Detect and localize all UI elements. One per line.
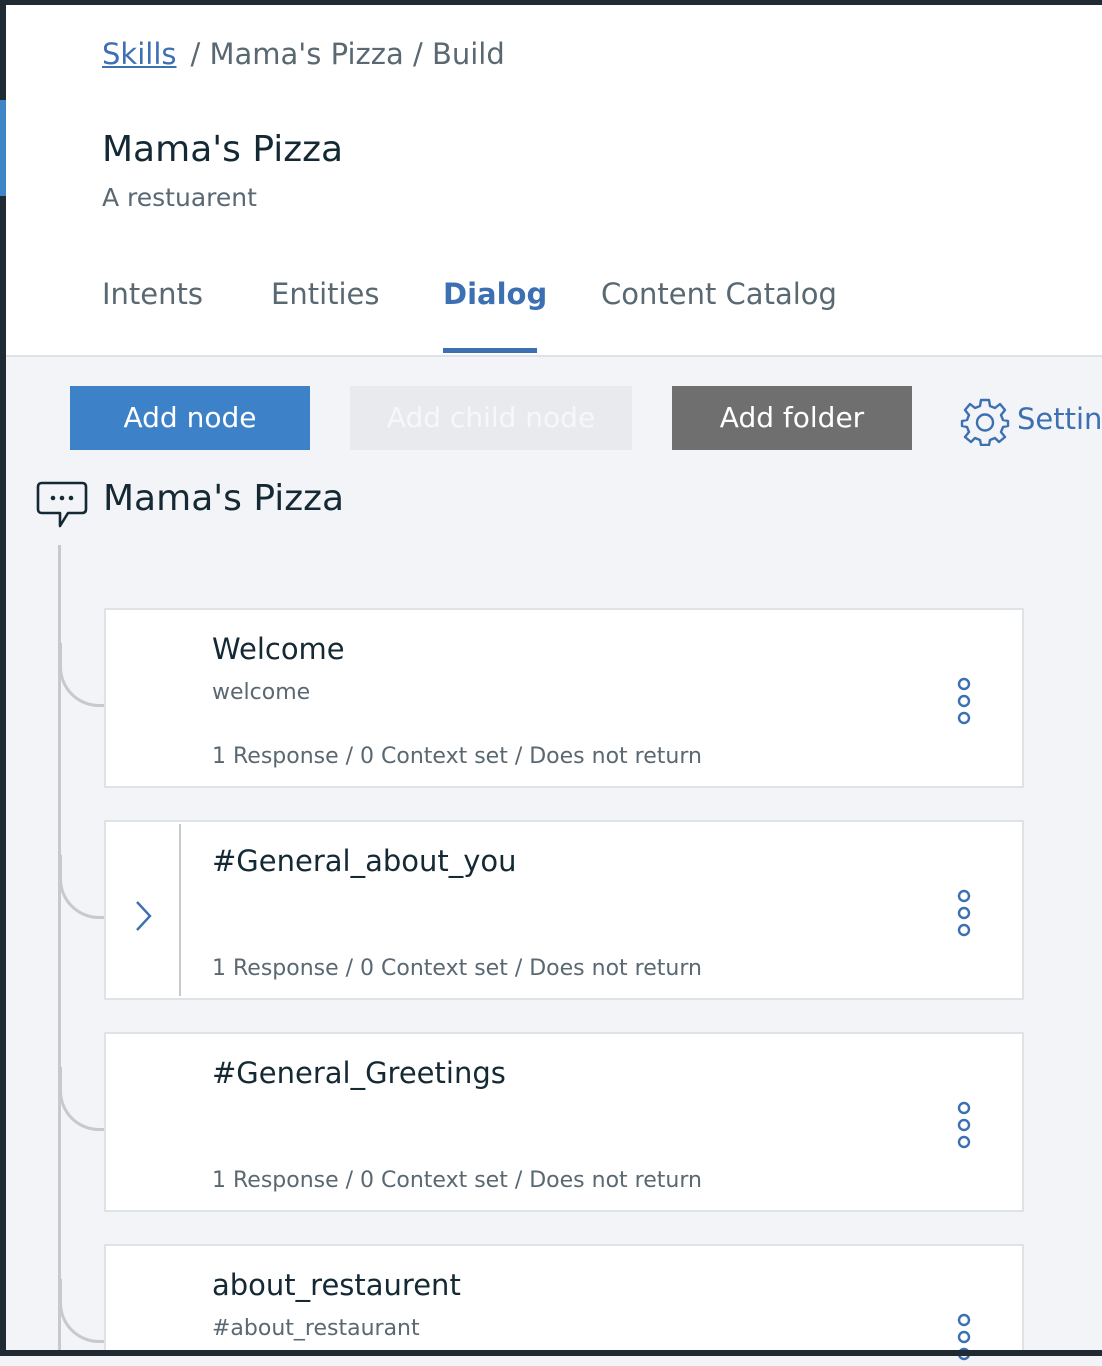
overflow-menu-icon[interactable] — [954, 676, 974, 730]
breadcrumb-page: Build — [431, 37, 505, 71]
breadcrumb-separator: / — [412, 37, 423, 71]
tab-content-catalog[interactable]: Content Catalog — [601, 277, 837, 311]
node-title: about_restaurent — [212, 1268, 461, 1302]
tab-bar: Intents Entities Dialog Content Catalog — [6, 277, 1102, 355]
overflow-menu-icon[interactable] — [954, 888, 974, 942]
add-folder-button[interactable]: Add folder — [672, 386, 912, 450]
node-expand-divider — [179, 824, 181, 996]
node-summary: 1 Response / 0 Context set / Does not re… — [212, 744, 702, 769]
chevron-right-icon[interactable] — [132, 898, 156, 934]
tab-entities[interactable]: Entities — [271, 277, 380, 311]
skill-description: A restuarent — [102, 183, 257, 212]
node-summary: 1 Response / 0 Context set / Does not re… — [212, 956, 702, 981]
settings-label: Settin — [1017, 402, 1102, 436]
tree-branch-connector — [59, 1067, 105, 1131]
add-child-node-button[interactable]: Add child node — [350, 386, 632, 450]
node-condition: #about_restaurant — [212, 1316, 420, 1341]
node-title: #General_Greetings — [212, 1056, 506, 1090]
tree-branch-connector — [59, 1279, 105, 1343]
page-title: Mama's Pizza — [102, 129, 344, 170]
node-title: #General_about_you — [212, 844, 517, 878]
active-tab-indicator — [443, 348, 537, 353]
chat-bubble-icon — [36, 481, 88, 528]
overflow-menu-icon[interactable] — [954, 1100, 974, 1154]
breadcrumb-skill: Mama's Pizza — [209, 37, 404, 71]
breadcrumb-separator: / — [190, 37, 201, 71]
node-condition: welcome — [212, 680, 311, 705]
node-title: Welcome — [212, 632, 345, 666]
tree-branch-connector — [59, 643, 105, 707]
bottom-bar — [0, 1350, 1102, 1356]
skill-root-label: Mama's Pizza — [103, 478, 345, 519]
dialog-node-general-greetings[interactable]: #General_Greetings 1 Response / 0 Contex… — [104, 1032, 1024, 1212]
page-header: Skills / Mama's Pizza / Build Mama's Pizz… — [6, 5, 1102, 357]
add-node-button[interactable]: Add node — [70, 386, 310, 450]
tree-branch-connector — [59, 855, 105, 919]
node-summary: 1 Response / 0 Context set / Does not re… — [212, 1168, 702, 1193]
breadcrumb: Skills / Mama's Pizza / Build — [102, 37, 505, 71]
dialog-node-welcome[interactable]: Welcome welcome 1 Response / 0 Context s… — [104, 608, 1024, 788]
tab-dialog[interactable]: Dialog — [443, 277, 547, 311]
breadcrumb-skills-link[interactable]: Skills — [102, 37, 176, 71]
dialog-node-general-about-you[interactable]: #General_about_you 1 Response / 0 Contex… — [104, 820, 1024, 1000]
tab-intents[interactable]: Intents — [102, 277, 203, 311]
gear-icon — [960, 398, 1010, 446]
dialog-node-about-restaurent[interactable]: about_restaurent #about_restaurant — [104, 1244, 1024, 1361]
overflow-menu-icon[interactable] — [954, 1312, 974, 1366]
